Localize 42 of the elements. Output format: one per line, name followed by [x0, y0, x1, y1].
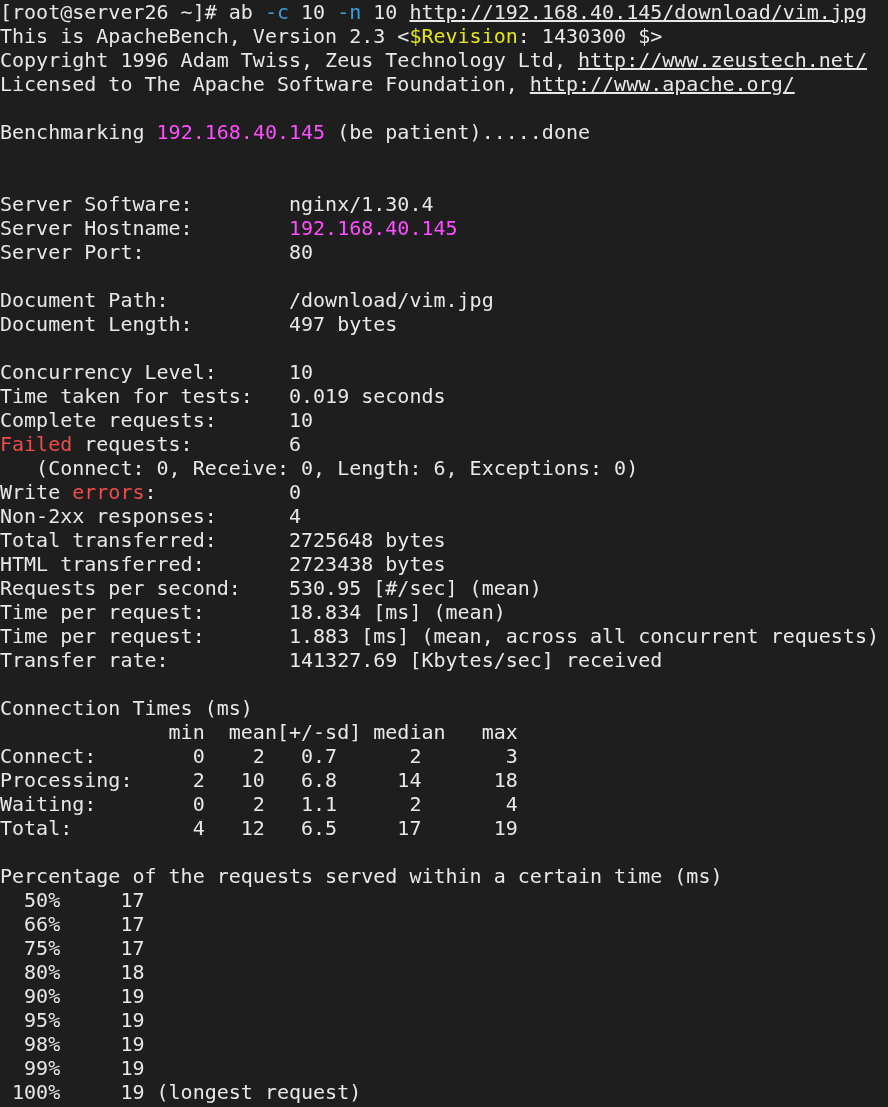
link[interactable]: http://www.zeustech.net/	[577, 48, 867, 72]
terminal-line: Complete requests: 10	[0, 408, 314, 432]
terminal-line: Document Path: /download/vim.jpg	[0, 288, 494, 312]
terminal-line: Total: 4 12 6.5 17 19	[0, 816, 518, 840]
terminal-line: Copyright 1996 Adam Twiss, Zeus Technology Ltd, http://www.zeustech.net/	[0, 48, 867, 72]
terminal-line: Total transferred: 2725648 bytes	[0, 528, 446, 552]
terminal-line: Failed requests: 6	[0, 432, 302, 456]
terminal-line: Non-2xx responses: 4	[0, 504, 302, 528]
terminal-line: Time taken for tests: 0.019 seconds	[0, 384, 446, 408]
terminal-line: Connection Times (ms)	[0, 696, 253, 720]
terminal-line: 99% 19	[23, 1056, 145, 1080]
terminal-line: Licensed to The Apache Software Foundation, http://www.apache.org/	[0, 72, 795, 96]
terminal-line: (Connect: 0, Receive: 0, Length: 6, Exceptions: 0)	[35, 456, 639, 480]
link[interactable]: http://192.168.40.145/download/vim.jpg	[409, 0, 867, 24]
terminal-line: Connect: 0 2 0.7 2 3	[0, 744, 518, 768]
terminal-line: 66% 17	[23, 912, 145, 936]
terminal-line: Server Hostname: 192.168.40.145	[0, 216, 458, 240]
terminal-line: Waiting: 0 2 1.1 2 4	[0, 792, 518, 816]
terminal-line: 50% 17	[23, 888, 145, 912]
terminal-line: Server Port: 80	[0, 240, 314, 264]
terminal-line: Server Software: nginx/1.30.4	[0, 192, 434, 216]
terminal-line: Benchmarking 192.168.40.145 (be patient).....done	[0, 120, 591, 144]
terminal-line: Transfer rate: 141327.69 [Kbytes/sec] received	[0, 648, 663, 672]
terminal-line: 100% 19 (longest request)	[11, 1080, 362, 1104]
terminal-line: 95% 19	[23, 1008, 145, 1032]
terminal-line: Requests per second: 530.95 [#/sec] (mean)	[0, 576, 542, 600]
terminal-line: Write errors: 0	[0, 480, 302, 504]
terminal-line: [root@server26 ~]# ab -c 10 -n 10 http://192.168.40.145/download/vim.jpg	[0, 0, 867, 24]
terminal-line: Time per request: 18.834 [ms] (mean)	[0, 600, 506, 624]
terminal-line: Document Length: 497 bytes	[0, 312, 398, 336]
terminal-line: Concurrency Level: 10	[0, 360, 314, 384]
terminal-line: 80% 18	[23, 960, 145, 984]
terminal-line: 98% 19	[23, 1032, 145, 1056]
link[interactable]: http://www.apache.org/	[529, 72, 795, 96]
terminal-line: HTML transferred: 2723438 bytes	[0, 552, 446, 576]
terminal-line: Time per request: 1.883 [ms] (mean, across all concurrent requests)	[0, 624, 879, 648]
terminal-line: 90% 19	[23, 984, 145, 1008]
terminal-line: 75% 17	[23, 936, 145, 960]
terminal-line: Processing: 2 10 6.8 14 18	[0, 768, 518, 792]
terminal-line: min mean[+/-sd] median max	[167, 720, 518, 744]
terminal-line: Percentage of the requests served within a certain time (ms)	[0, 864, 723, 888]
terminal-line: This is ApacheBench, Version 2.3 <$Revision: 1430300 $>	[0, 24, 663, 48]
